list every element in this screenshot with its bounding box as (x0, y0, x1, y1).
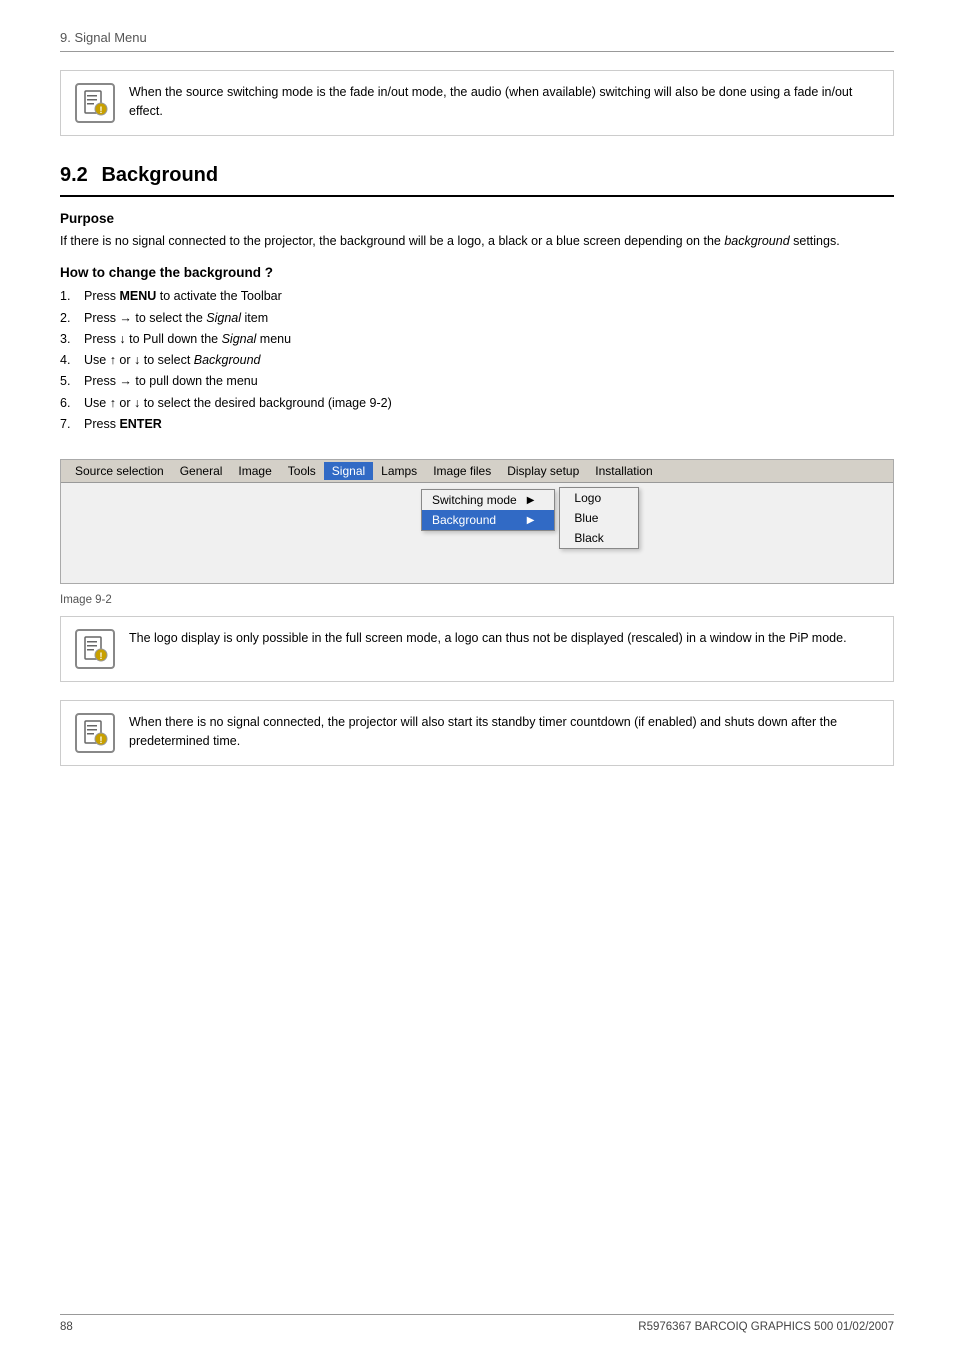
note-icon-3: ! (75, 713, 115, 753)
page: 9. Signal Menu ! When the source switchi… (0, 0, 954, 1351)
section-number: 9.2 (60, 164, 88, 186)
purpose-heading: Purpose (60, 211, 894, 226)
dropdown-item-switching-mode: Switching mode ▶ (422, 490, 554, 510)
step-1: 1. Press MENU to activate the Toolbar (60, 286, 894, 307)
dropdown-row: Switching mode ▶ Background ▶ Logo Blue … (61, 487, 639, 549)
svg-text:!: ! (100, 651, 103, 661)
note-box-1: ! When the source switching mode is the … (60, 70, 894, 136)
note-1-text: When the source switching mode is the fa… (129, 83, 879, 121)
section-title: Background (101, 164, 218, 186)
step-2: 2. Press → to select the Signal item (60, 308, 894, 329)
step-4: 4. Use ↑ or ↓ to select Background (60, 350, 894, 371)
note-icon-2: ! (75, 629, 115, 669)
howto-heading: How to change the background ? (60, 265, 894, 280)
menu-item-display-setup: Display setup (499, 462, 587, 480)
menu-item-general: General (172, 462, 231, 480)
menu-item-signal: Signal (324, 462, 373, 480)
menu-item-image: Image (230, 462, 279, 480)
note-icon-1: ! (75, 83, 115, 123)
footer: 88 R5976367 BARCOIQ GRAPHICS 500 01/02/2… (60, 1314, 894, 1333)
section-header-text: 9. Signal Menu (60, 30, 147, 45)
switching-mode-arrow: ▶ (527, 495, 535, 506)
svg-text:!: ! (100, 735, 103, 745)
image-caption: Image 9-2 (60, 594, 894, 606)
section-title-block: 9.2 Background (60, 164, 894, 197)
menu-bar: Source selection General Image Tools Sig… (61, 460, 893, 483)
document-icon-2: ! (81, 635, 109, 663)
steps-list: 1. Press MENU to activate the Toolbar 2.… (60, 286, 894, 435)
menu-item-lamps: Lamps (373, 462, 425, 480)
step-5: 5. Press → to pull down the menu (60, 371, 894, 392)
menu-dropdown-area: Switching mode ▶ Background ▶ Logo Blue … (61, 483, 893, 583)
dropdown-item-background: Background ▶ (422, 510, 554, 530)
submenu-item-logo: Logo (560, 488, 638, 508)
step-3: 3. Press ↓ to Pull down the Signal menu (60, 329, 894, 350)
submenu-panel: Logo Blue Black (559, 487, 639, 549)
submenu-item-blue: Blue (560, 508, 638, 528)
submenu-item-black: Black (560, 528, 638, 548)
menu-item-tools: Tools (280, 462, 324, 480)
page-number: 88 (60, 1321, 73, 1333)
note-2-text: The logo display is only possible in the… (129, 629, 847, 648)
note-box-2: ! The logo display is only possible in t… (60, 616, 894, 682)
document-icon-3: ! (81, 719, 109, 747)
doc-info: R5976367 BARCOIQ GRAPHICS 500 01/02/2007 (638, 1321, 894, 1333)
background-arrow: ▶ (527, 515, 535, 526)
menu-demo: Source selection General Image Tools Sig… (60, 459, 894, 584)
menu-item-image-files: Image files (425, 462, 499, 480)
dropdown-panel: Switching mode ▶ Background ▶ (421, 489, 555, 531)
menu-item-source-selection: Source selection (67, 462, 172, 480)
step-6: 6. Use ↑ or ↓ to select the desired back… (60, 393, 894, 414)
svg-text:!: ! (100, 105, 103, 115)
section-header: 9. Signal Menu (60, 30, 894, 52)
menu-item-installation: Installation (587, 462, 660, 480)
document-icon: ! (81, 89, 109, 117)
note-box-3: ! When there is no signal connected, the… (60, 700, 894, 766)
purpose-text: If there is no signal connected to the p… (60, 232, 894, 251)
note-3-text: When there is no signal connected, the p… (129, 713, 879, 751)
step-7: 7. Press ENTER (60, 414, 894, 435)
